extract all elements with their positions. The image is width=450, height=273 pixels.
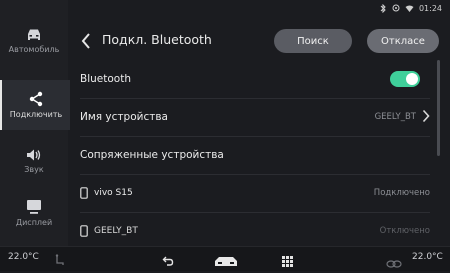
- list-scrollbar[interactable]: [437, 60, 440, 156]
- sidebar-item-label: Автомобиль: [8, 45, 60, 54]
- paired-devices-header-row: Сопряженные устройства: [80, 136, 430, 175]
- status-time: 01:24: [418, 4, 442, 13]
- device-name: GEELY_BT: [94, 226, 138, 236]
- phone-icon: [80, 184, 88, 203]
- temperature-right[interactable]: 22.0°C: [412, 252, 443, 262]
- cancel-button[interactable]: Отклаcе: [367, 29, 439, 53]
- display-icon: [25, 199, 43, 215]
- device-name-label: Имя устройства: [80, 111, 168, 123]
- device-name-value: GEELY_BT: [374, 112, 416, 122]
- back-icon[interactable]: [80, 32, 96, 50]
- status-bar: 01:24: [380, 4, 442, 13]
- bottom-bar: 22.0°C 22.0°C: [0, 246, 450, 271]
- device-name-row[interactable]: Имя устройства GEELY_BT: [80, 98, 430, 137]
- toggle-knob: [406, 73, 418, 85]
- page-title: Подкл. Bluetooth: [102, 32, 212, 47]
- car-icon: [25, 28, 43, 42]
- paired-device-row[interactable]: GEELY_BT Отключено: [80, 212, 430, 246]
- paired-device-row[interactable]: vivo S15 Подключено: [80, 174, 430, 213]
- sidebar: Автомобиль Подключить Звук Дисплей: [0, 0, 70, 246]
- search-button[interactable]: Поиск: [274, 29, 352, 53]
- sidebar-item-vehicle[interactable]: Автомобиль: [0, 16, 68, 66]
- sidebar-item-label: Подключить: [9, 110, 63, 119]
- sidebar-item-label: Дисплей: [15, 218, 53, 227]
- sidebar-item-sound[interactable]: Звук: [0, 136, 68, 186]
- climate-icon[interactable]: [386, 254, 402, 273]
- share-icon: [28, 91, 44, 107]
- device-status: Подключено: [373, 188, 430, 198]
- back-arrow-icon[interactable]: [162, 252, 174, 271]
- sidebar-item-connect[interactable]: Подключить: [0, 80, 70, 130]
- speaker-icon: [25, 148, 43, 162]
- seat-heat-icon[interactable]: [54, 252, 66, 271]
- bluetooth-label: Bluetooth: [80, 73, 131, 85]
- device-status: Отключено: [379, 226, 430, 236]
- sidebar-item-display[interactable]: Дисплей: [0, 188, 68, 238]
- bluetooth-toggle[interactable]: [390, 71, 420, 87]
- apps-grid-icon[interactable]: [282, 252, 293, 271]
- wifi-status-icon: [405, 5, 414, 13]
- chevron-right-icon: [422, 109, 430, 126]
- device-name: vivo S15: [94, 188, 133, 198]
- car-home-icon[interactable]: [213, 253, 239, 272]
- location-status-icon: [392, 4, 400, 13]
- page-header: Подкл. Bluetooth Поиск Отклаcе: [80, 26, 442, 56]
- bluetooth-toggle-row[interactable]: Bluetooth: [80, 60, 430, 99]
- temperature-left[interactable]: 22.0°C: [8, 252, 39, 262]
- phone-icon: [80, 222, 88, 241]
- bluetooth-settings-list: Bluetooth Имя устройства GEELY_BT Сопряж…: [80, 60, 430, 246]
- sidebar-item-label: Звук: [24, 165, 44, 174]
- bluetooth-status-icon: [380, 4, 387, 13]
- paired-devices-header: Сопряженные устройства: [80, 149, 224, 161]
